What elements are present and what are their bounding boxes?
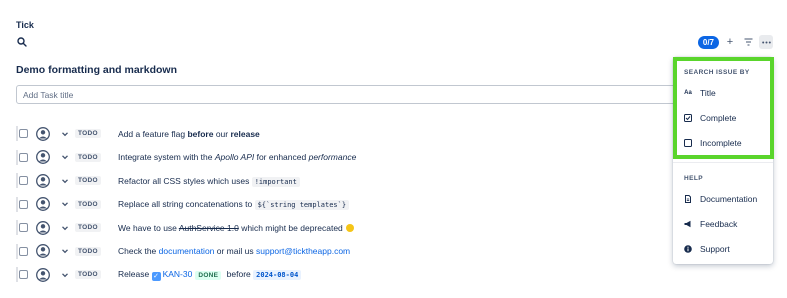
- task-title[interactable]: Replace all string concatenations to ${`…: [118, 199, 350, 211]
- avatar-icon[interactable]: [36, 220, 50, 235]
- checked-box-icon: [684, 114, 692, 122]
- smile-emoji-icon: [345, 223, 354, 232]
- chevron-down-icon[interactable]: [61, 153, 69, 161]
- search-icon[interactable]: [16, 36, 28, 48]
- empty-box-icon: [684, 139, 692, 147]
- avatar-icon[interactable]: [36, 197, 50, 212]
- chevron-down-icon[interactable]: [61, 224, 69, 232]
- documentation-item[interactable]: Documentation: [684, 194, 764, 204]
- task-row[interactable]: TODO Replace all string concatenations t…: [0, 193, 680, 217]
- chevron-down-icon[interactable]: [61, 271, 69, 279]
- search-by-header: SEARCH ISSUE BY: [684, 69, 750, 76]
- dropdown-menu: SEARCH ISSUE BY Aa Title Complete Incomp…: [673, 57, 773, 264]
- status-lozenge[interactable]: TODO: [75, 176, 101, 186]
- drag-handle[interactable]: [16, 243, 18, 259]
- filter-icon[interactable]: [741, 35, 755, 49]
- status-lozenge[interactable]: TODO: [75, 270, 101, 280]
- status-lozenge[interactable]: TODO: [75, 129, 101, 139]
- list-title: Demo formatting and markdown: [16, 64, 178, 76]
- task-checkbox[interactable]: [19, 176, 28, 186]
- chevron-down-icon[interactable]: [61, 200, 69, 208]
- task-title[interactable]: Integrate system with the Apollo API for…: [118, 152, 356, 162]
- drag-handle[interactable]: [16, 173, 18, 188]
- task-checkbox[interactable]: [19, 152, 28, 162]
- avatar-icon[interactable]: [36, 267, 50, 282]
- drag-handle[interactable]: [16, 220, 18, 235]
- status-lozenge[interactable]: TODO: [75, 152, 101, 162]
- megaphone-icon: [684, 220, 691, 228]
- feedback-item[interactable]: Feedback: [684, 219, 764, 229]
- search-by-complete-item[interactable]: Complete: [684, 113, 764, 123]
- done-lozenge: DONE: [195, 270, 222, 280]
- inline-code: !important: [251, 176, 300, 187]
- drag-handle[interactable]: [16, 149, 18, 165]
- search-by-incomplete-item[interactable]: Incomplete: [684, 138, 764, 148]
- task-row[interactable]: TODO We have to use AuthService 1.0 whic…: [0, 216, 680, 240]
- task-checkbox[interactable]: [19, 223, 28, 233]
- avatar-icon[interactable]: [36, 126, 50, 141]
- drag-handle[interactable]: [16, 267, 18, 282]
- task-checkbox[interactable]: [19, 199, 28, 209]
- task-checkbox[interactable]: [19, 246, 28, 256]
- app-title: Tick: [16, 20, 34, 30]
- task-checkbox[interactable]: [19, 129, 28, 139]
- status-lozenge[interactable]: TODO: [75, 199, 101, 209]
- task-row[interactable]: TODO Add a feature flag before our relea…: [0, 122, 680, 146]
- task-row[interactable]: TODO Refactor all CSS styles which uses …: [0, 169, 680, 193]
- toolbar: 0/7 +: [697, 35, 773, 49]
- status-lozenge[interactable]: TODO: [75, 246, 101, 256]
- chevron-down-icon[interactable]: [61, 130, 69, 138]
- menu-divider: [673, 162, 773, 163]
- avatar-icon[interactable]: [36, 244, 50, 259]
- add-task-input[interactable]: [16, 85, 696, 104]
- task-title[interactable]: Release ✓ KAN-30 DONE before 2024-08-04: [118, 269, 302, 281]
- inline-code: ${`string templates`}: [254, 200, 350, 211]
- task-row[interactable]: TODO Check the documentation or mail us …: [0, 240, 680, 264]
- chevron-down-icon[interactable]: [61, 177, 69, 185]
- task-list: TODO Add a feature flag before our relea…: [0, 122, 680, 287]
- text-icon: Aa: [684, 90, 692, 96]
- task-row[interactable]: TODO Integrate system with the Apollo AP…: [0, 146, 680, 170]
- support-email-link[interactable]: support@ticktheapp.com: [256, 246, 350, 256]
- search-by-title-item[interactable]: Aa Title: [684, 88, 764, 98]
- drag-handle[interactable]: [16, 196, 18, 212]
- more-icon[interactable]: [759, 35, 773, 49]
- support-item[interactable]: Support: [684, 244, 764, 254]
- avatar-icon[interactable]: [36, 173, 50, 188]
- status-lozenge[interactable]: TODO: [75, 223, 101, 233]
- info-icon: [684, 245, 692, 253]
- task-title[interactable]: We have to use AuthService 1.0 which mig…: [118, 223, 354, 233]
- task-row[interactable]: TODO Release ✓ KAN-30 DONE before 2024-08-…: [0, 263, 680, 287]
- chevron-down-icon[interactable]: [61, 247, 69, 255]
- progress-count-badge: 0/7: [697, 35, 719, 49]
- task-checkbox[interactable]: [19, 270, 28, 280]
- documentation-link[interactable]: documentation: [159, 246, 215, 256]
- task-title[interactable]: Check the documentation or mail us suppo…: [118, 246, 350, 256]
- due-date[interactable]: 2024-08-04: [253, 269, 302, 280]
- plus-icon[interactable]: +: [723, 35, 737, 49]
- help-header: HELP: [684, 175, 703, 182]
- issue-link[interactable]: KAN-30: [163, 269, 193, 279]
- avatar-icon[interactable]: [36, 150, 50, 165]
- task-title[interactable]: Refactor all CSS styles which uses !impo…: [118, 176, 300, 187]
- jira-task-icon: ✓: [151, 271, 161, 281]
- task-title[interactable]: Add a feature flag before our release: [118, 129, 260, 139]
- drag-handle[interactable]: [16, 126, 18, 141]
- document-icon: [685, 195, 691, 203]
